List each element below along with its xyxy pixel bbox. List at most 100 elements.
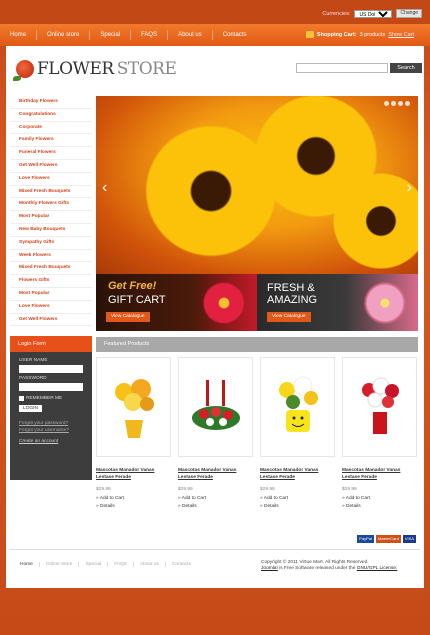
category-link[interactable]: Get Well Flowers [10,314,92,327]
footer-link-home[interactable]: Home [20,562,40,567]
show-cart-link[interactable]: Show Cart [388,32,414,38]
footer: Home Online Store Special FAQS About us … [10,549,420,585]
search-box: Search [296,63,422,73]
gift-cart-banner[interactable]: Get Free! GIFT CART View Catalogue [96,274,257,331]
username-field[interactable] [19,365,83,373]
details-link[interactable]: » Details [342,503,417,511]
nav-about-us[interactable]: About us [168,30,213,40]
logo-text-store: STORE [116,59,177,79]
password-field[interactable] [19,383,83,391]
category-link[interactable]: Corporate [10,122,92,135]
category-link[interactable]: Mixed Fresh Bouquets [10,262,92,276]
category-link[interactable]: Birthday Flowers [10,96,92,109]
page-background: Currencies: US Dollar Change Home Online… [0,0,430,635]
category-link[interactable]: Mixed Fresh Bouquets [10,186,92,199]
site-logo[interactable]: FLOWER STORE [13,59,177,81]
nav-special[interactable]: Special [90,30,132,40]
next-slide-icon[interactable]: › [407,179,412,197]
product-image[interactable] [342,357,417,457]
product-image[interactable] [260,357,335,457]
product-image[interactable] [96,357,171,457]
footer-link-online-store[interactable]: Online Store [40,562,80,567]
product-card: Mascotas Manador Vanas Lestase Ferade $2… [260,357,335,511]
search-button[interactable]: Search [390,63,422,73]
view-catalogue-button[interactable]: View Catalogue [267,312,311,322]
nav-contacts[interactable]: Contacts [213,30,257,40]
slide-indicator[interactable] [384,101,410,106]
logo-text-flower: FLOWER [37,59,114,79]
details-link[interactable]: » Details [96,503,171,511]
change-currency-button[interactable]: Change [396,9,422,18]
license-text: is Free Software released under the [277,566,357,571]
main-nav: Home Online store Special FAQS About us … [0,24,430,46]
prev-slide-icon[interactable]: ‹ [102,179,107,197]
nav-faqs[interactable]: FAQS [131,30,169,40]
add-to-cart-button[interactable]: » Add to Cart [260,495,335,503]
category-link[interactable]: Funeral Flowers [10,147,92,160]
category-link[interactable]: Love Flowers [10,301,92,314]
category-link[interactable]: Most Popular [10,288,92,301]
remember-label: REMEMBER ME [26,396,63,401]
banner-subtitle: AMAZING [267,294,318,306]
nav-online-store[interactable]: Online store [37,30,91,40]
category-link[interactable]: Congratulations [10,109,92,122]
category-sidebar: Birthday Flowers Congratulations Corporate… [10,96,92,327]
product-name[interactable]: Mascotas Manador Vanas Lestase Ferade [96,467,171,481]
footer-link-contacts[interactable]: Contacts [166,562,197,567]
banner-headline: Get Free! [108,280,157,292]
currency-select[interactable]: US Dollar [354,9,393,18]
product-name[interactable]: Mascotas Manador Vanas Lestase Ferade [342,467,417,481]
banner-subtitle: GIFT CART [108,294,166,306]
category-link[interactable]: Love Flowers [10,173,92,186]
view-catalogue-button[interactable]: View Catalogue [106,312,150,322]
details-link[interactable]: » Details [178,503,253,511]
forgot-password-link[interactable]: Forgot your password? [19,421,83,426]
category-link[interactable]: Most Popular [10,211,92,224]
product-price: $29.99 [342,487,357,492]
nav-home[interactable]: Home [0,30,38,40]
cart-icon [305,31,314,38]
footer-link-faqs[interactable]: FAQS [108,562,134,567]
paypal-logo: PayPal [357,535,374,543]
add-to-cart-button[interactable]: » Add to Cart [178,495,253,503]
category-link[interactable]: Flowers Gifts [10,275,92,288]
category-link[interactable]: Family Flowers [10,134,92,148]
shopping-cart: Shopping Cart: 3 products Show Cart [305,31,414,38]
cart-label: Shopping Cart: [316,31,357,38]
footer-nav: Home Online Store Special FAQS About us … [20,562,197,567]
category-link[interactable]: Monthly Flowers Gifts [10,198,92,212]
cart-count: 3 products [359,31,386,38]
page-content: FLOWER STORE Search Birthday Flowers Congr… [6,46,424,588]
details-link[interactable]: » Details [260,503,335,511]
add-to-cart-button[interactable]: » Add to Cart [96,495,171,503]
license-link[interactable]: GNU/GPL License. [357,566,398,571]
footer-link-special[interactable]: Special [79,562,109,567]
category-link[interactable]: Get Well Flowers [10,160,92,173]
currencies-label: Currencies: [322,10,351,17]
product-name[interactable]: Mascotas Manador Vanas Lestase Ferade [260,467,335,481]
product-card: Mascotas Manador Vanas Lestase Ferade $2… [96,357,171,511]
category-link[interactable]: Sympathy Gifts [10,237,92,250]
footer-link-about-us[interactable]: About us [134,562,166,567]
fresh-amazing-banner[interactable]: FRESH & AMAZING View Catalogue [257,274,418,331]
product-grid: Mascotas Manador Vanas Lestase Ferade $2… [96,357,418,511]
currency-selector: Currencies: US Dollar Change [322,9,422,18]
login-title: Login Form [10,336,92,352]
gerbera-flower-image [201,280,247,326]
product-image[interactable] [178,357,253,457]
category-link[interactable]: New Baby Bouquets [10,224,92,237]
username-label: USER NAME [19,358,48,363]
search-input[interactable] [296,63,388,73]
login-button[interactable]: LOGIN [19,405,42,412]
product-price: $29.99 [178,487,193,492]
rose-logo-icon [13,60,34,81]
password-label: PASSWORD [19,376,47,381]
category-link[interactable]: Week Flowers [10,250,92,263]
product-name[interactable]: Mascotas Manador Vanas Lestase Ferade [178,467,253,481]
remember-checkbox[interactable] [19,396,24,401]
add-to-cart-button[interactable]: » Add to Cart [342,495,417,503]
joomla-link[interactable]: Joomla! [261,566,278,571]
forgot-username-link[interactable]: Forgot your username? [19,428,83,433]
product-price: $29.99 [260,487,275,492]
create-account-link[interactable]: Create an account [19,439,83,444]
